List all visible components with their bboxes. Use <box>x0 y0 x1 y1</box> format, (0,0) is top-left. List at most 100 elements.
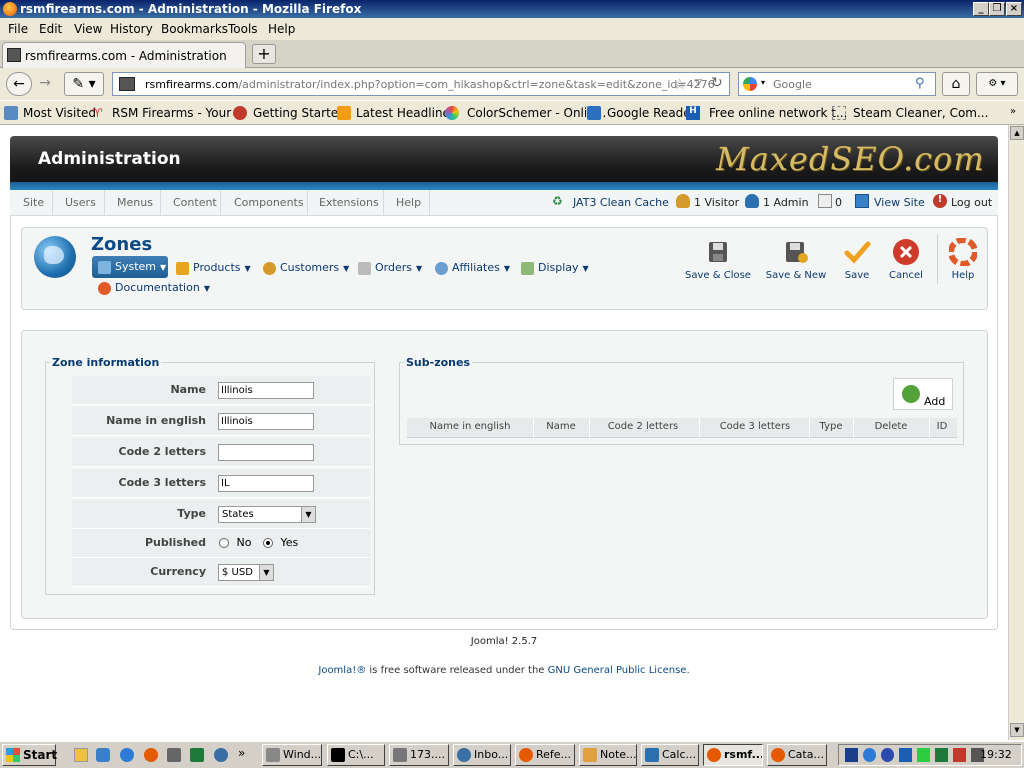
quicklaunch-app-icon[interactable] <box>96 748 110 762</box>
search-icon[interactable]: ⚲ <box>915 76 925 91</box>
search-placeholder: Google <box>773 78 812 91</box>
nav-content[interactable]: Content <box>173 196 217 209</box>
site-favicon-icon <box>7 48 21 62</box>
maximize-button[interactable]: ❐ <box>989 2 1005 16</box>
bookmark-rsm-firearms[interactable]: RSM Firearms - Your ... <box>112 106 246 120</box>
tray-app-icon[interactable] <box>881 748 894 762</box>
task-label: Note... <box>600 748 637 761</box>
logout-link[interactable]: Log out <box>951 196 992 209</box>
menu-help[interactable]: Help <box>268 22 295 36</box>
bookmarks-overflow-icon[interactable]: » <box>1010 106 1016 117</box>
bookmark-google-reader[interactable]: Google Reader <box>607 106 696 120</box>
reload-icon[interactable]: ↻ <box>711 75 723 91</box>
site-identity-icon[interactable] <box>119 77 135 91</box>
mail-icon <box>457 748 471 762</box>
most-visited-icon <box>4 106 18 120</box>
scroll-up-icon[interactable]: ▲ <box>1010 126 1024 140</box>
bookmark-getting-started[interactable]: Getting Started <box>253 106 346 120</box>
task-app-icon <box>393 748 407 762</box>
url-dropdown-icon[interactable]: ▽ <box>695 78 702 88</box>
ie-icon[interactable] <box>120 748 134 762</box>
nav-menus[interactable]: Menus <box>117 196 153 209</box>
scroll-down-icon[interactable]: ▼ <box>1010 723 1024 737</box>
nav-site[interactable]: Site <box>23 196 44 209</box>
task-button[interactable]: Cata... <box>767 744 827 766</box>
quicklaunch-overflow-icon[interactable]: » <box>238 746 245 760</box>
tray-app-icon[interactable] <box>917 748 930 762</box>
bookmark-steam-cleaner[interactable]: Steam Cleaner, Com... <box>853 106 988 120</box>
messages-icon <box>818 194 832 208</box>
tray-app-icon[interactable] <box>935 748 948 762</box>
excel-icon[interactable] <box>190 748 204 762</box>
bookmark-star-icon[interactable]: ☆ <box>673 75 686 93</box>
menu-edit[interactable]: Edit <box>39 22 62 36</box>
home-button[interactable]: ⌂ <box>942 72 970 96</box>
menu-history[interactable]: History <box>110 22 153 36</box>
tray-app-icon[interactable] <box>899 748 912 762</box>
firefox-icon <box>707 748 721 762</box>
task-label: Cata... <box>788 748 824 761</box>
view-site-link[interactable]: View Site <box>874 196 925 209</box>
task-button[interactable]: Wind... <box>262 744 322 766</box>
rsm-favicon-icon: ♈ <box>92 106 103 120</box>
bookmark-most-visited[interactable]: Most Visited <box>23 106 96 120</box>
task-button[interactable]: Note... <box>579 744 637 766</box>
nav-users[interactable]: Users <box>65 196 96 209</box>
joomla-link[interactable]: Joomla!® <box>318 665 366 676</box>
quicklaunch-app-icon[interactable] <box>74 748 88 762</box>
addon-button[interactable]: ⚙ ▾ <box>976 72 1018 96</box>
task-button-active[interactable]: rsmf... <box>703 744 763 766</box>
google-icon <box>743 77 757 91</box>
rss-icon <box>337 106 351 120</box>
task-button[interactable]: 173.... <box>389 744 449 766</box>
firefox-icon <box>3 2 17 16</box>
start-button[interactable]: Start <box>2 744 57 766</box>
quicklaunch-app-icon[interactable] <box>214 748 228 762</box>
quicklaunch-app-icon[interactable] <box>167 748 181 762</box>
nav-extensions[interactable]: Extensions <box>319 196 379 209</box>
new-tab-button[interactable]: + <box>252 44 276 64</box>
edit-pencil-icon[interactable]: ✎ ▾ <box>64 72 104 96</box>
menu-bookmarks[interactable]: Bookmarks <box>161 22 228 36</box>
nav-components[interactable]: Components <box>234 196 304 209</box>
browser-tab[interactable]: rsmfirearms.com - Administration <box>2 42 246 68</box>
clean-cache-link[interactable]: JAT3 Clean Cache <box>573 196 669 209</box>
nav-help[interactable]: Help <box>396 196 421 209</box>
nav-separator <box>160 190 161 216</box>
firefox-icon <box>771 748 785 762</box>
bookmark-colorschemer[interactable]: ColorSchemer - Onlin... <box>467 106 606 120</box>
license-middle-text: is free software released under the <box>366 665 548 676</box>
gpl-link[interactable]: GNU General Public License <box>548 665 687 676</box>
bookmarks-toolbar: Most Visited ♈ RSM Firearms - Your ... G… <box>0 101 1024 125</box>
nav-separator <box>220 190 221 216</box>
bookmark-latest-headlines[interactable]: Latest Headlines <box>356 106 456 120</box>
url-bar[interactable]: rsmfirearms.com/administrator/index.php?… <box>112 72 730 96</box>
task-button[interactable]: Calc... <box>641 744 699 766</box>
vertical-scrollbar[interactable]: ▲ ▼ <box>1008 125 1024 740</box>
minimize-button[interactable]: _ <box>973 2 989 16</box>
menu-tools[interactable]: Tools <box>228 22 258 36</box>
firefox-icon[interactable] <box>144 748 158 762</box>
getting-started-icon <box>233 106 247 120</box>
task-button[interactable]: Inbo... <box>453 744 511 766</box>
google-reader-icon <box>587 106 601 120</box>
menu-view[interactable]: View <box>74 22 102 36</box>
tray-app-icon[interactable] <box>863 748 876 762</box>
bookmark-network-tools[interactable]: Free online network t... <box>709 106 847 120</box>
tray-app-icon[interactable] <box>845 748 858 762</box>
close-window-button[interactable]: × <box>1006 2 1022 16</box>
calculator-icon <box>645 748 659 762</box>
tray-app-icon[interactable] <box>953 748 966 762</box>
license-text: Joomla!® is free software released under… <box>0 665 1008 676</box>
menu-file[interactable]: File <box>8 22 28 36</box>
task-label: Wind... <box>283 748 322 761</box>
forward-button[interactable]: → <box>34 72 56 96</box>
search-bar[interactable]: ▾ Google ⚲ <box>738 72 936 96</box>
search-engine-dropdown-icon[interactable]: ▾ <box>761 78 765 87</box>
task-button[interactable]: Refe... <box>515 744 575 766</box>
task-button[interactable]: C:\... <box>327 744 385 766</box>
admin-title: Administration <box>38 149 181 169</box>
url-path: /administrator/index.php?option=com_hika… <box>238 78 715 91</box>
back-button[interactable]: ← <box>6 72 32 96</box>
header-strip <box>10 182 998 190</box>
